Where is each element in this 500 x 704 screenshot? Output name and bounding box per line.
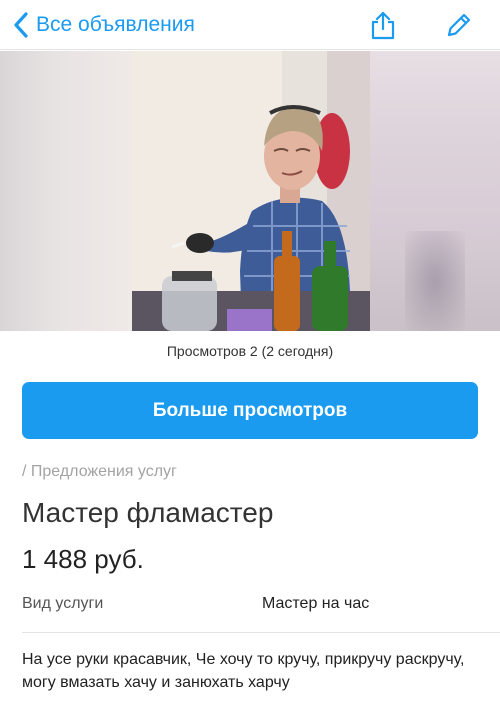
top-navbar: Все объявления <box>0 0 500 50</box>
listing-description: На усе руки красавчик, Че хочу то кручу,… <box>22 651 465 691</box>
back-button-label: Все объявления <box>36 13 195 36</box>
pencil-icon[interactable] <box>442 8 476 42</box>
back-button[interactable]: Все объявления <box>8 8 195 42</box>
listing-photo[interactable] <box>132 51 370 331</box>
listing-price: 1 488 руб. <box>22 544 144 574</box>
breadcrumb[interactable]: / Предложения услуг <box>22 463 177 481</box>
next-photo-blur <box>370 51 500 331</box>
photo-gallery[interactable] <box>0 51 500 331</box>
divider <box>22 632 500 633</box>
listing-title: Мастер фламастер <box>22 497 274 528</box>
param-value-service-type: Мастер на час <box>262 595 370 612</box>
views-counter: Просмотров 2 (2 сегодня) <box>166 343 334 359</box>
param-label-service-type: Вид услуги <box>22 595 104 612</box>
more-views-button[interactable]: Больше просмотров <box>22 382 478 439</box>
previous-photo-blur <box>0 51 132 331</box>
chevron-left-icon <box>8 8 34 42</box>
share-icon[interactable] <box>366 8 400 42</box>
